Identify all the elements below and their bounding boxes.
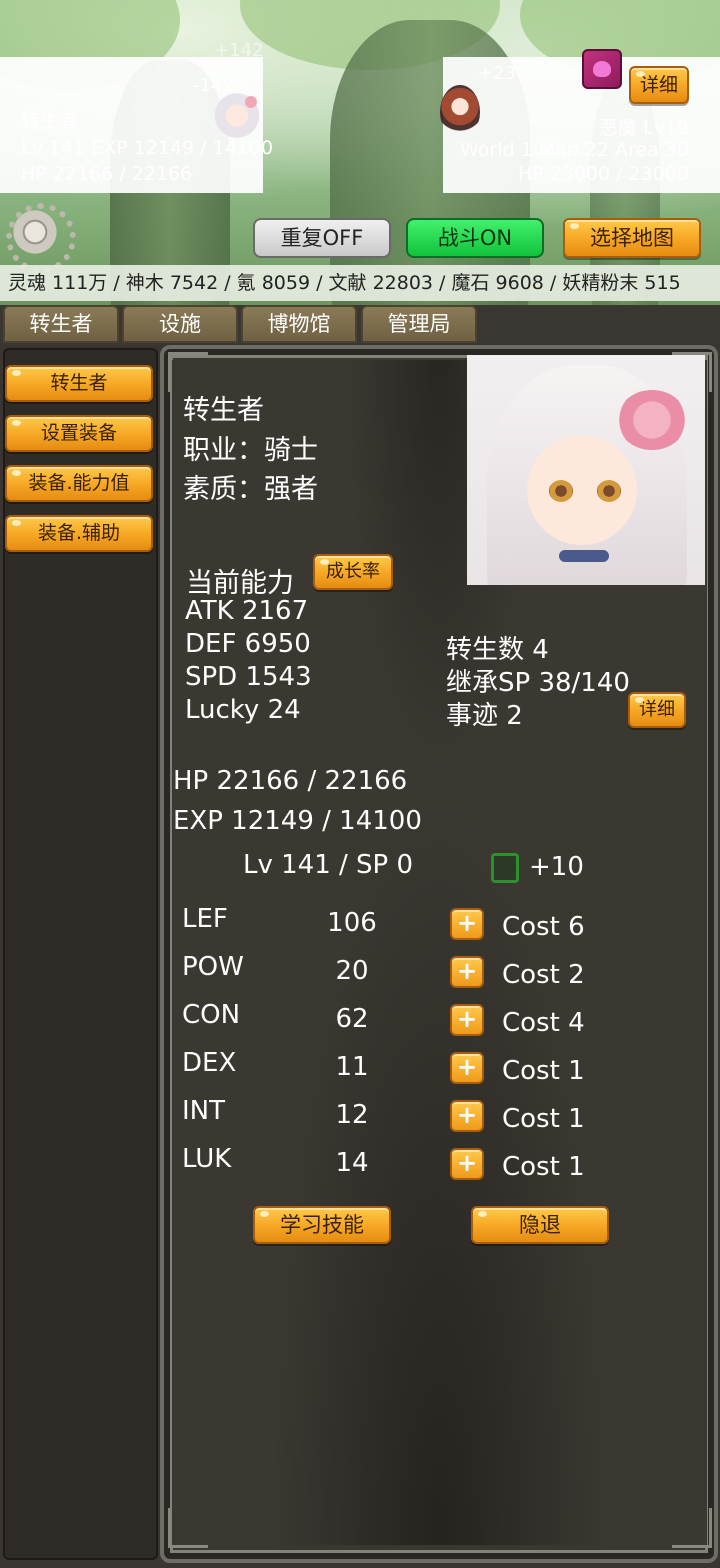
enemy-detail-button[interactable]: 详细 [629, 66, 689, 104]
plus-icon[interactable]: + [450, 1100, 484, 1132]
plus-icon[interactable]: + [450, 956, 484, 988]
stat-row-dex: DEX 11 + Cost 1 [182, 1048, 702, 1088]
stat-row-pow: POW 20 + Cost 2 [182, 952, 702, 992]
stat-def: DEF 6950 [185, 629, 311, 659]
ability-header: 当前能力 [186, 568, 294, 599]
stat-row-lef: LEF 106 + Cost 6 [182, 904, 702, 944]
enemy-heal-popup: +230 [478, 63, 528, 84]
stat-cost: Cost 4 [502, 1008, 585, 1038]
player-name: 转生者 [21, 110, 79, 132]
stat-name: CON [182, 1000, 241, 1030]
stat-value: 11 [335, 1052, 369, 1082]
sidebar-item-equip[interactable]: 设置装备 [5, 415, 153, 452]
player-avatar [213, 88, 261, 138]
resource-bar: 灵魂 111万 / 神木 7542 / 氪 8059 / 文献 22803 / … [0, 265, 720, 301]
deeds-detail-button[interactable]: 详细 [628, 692, 686, 728]
stat-value: 20 [335, 956, 369, 986]
player-hp: HP 22166 / 22166 [21, 163, 193, 185]
sidebar-item-reincarnator[interactable]: 转生者 [5, 365, 153, 402]
learn-skill-button[interactable]: 学习技能 [253, 1206, 391, 1244]
plus-icon[interactable]: + [450, 908, 484, 940]
portrait-eye [597, 480, 621, 502]
stat-name: DEX [182, 1048, 237, 1078]
retire-button[interactable]: 隐退 [471, 1206, 609, 1244]
character-portrait [467, 355, 705, 585]
stat-lucky: Lucky 24 [185, 695, 301, 725]
frame-corner [168, 1508, 208, 1548]
enemy-name: 恶魔 Lv19 [598, 117, 689, 139]
stat-row-luk: LUK 14 + Cost 1 [182, 1144, 702, 1184]
stat-value: 106 [327, 908, 377, 938]
tab-facilities[interactable]: 设施 [122, 305, 238, 343]
stat-cost: Cost 2 [502, 960, 585, 990]
stat-atk: ATK 2167 [185, 596, 309, 626]
stat-value: 12 [335, 1100, 369, 1130]
tab-museum[interactable]: 博物馆 [241, 305, 357, 343]
tab-bureau[interactable]: 管理局 [361, 305, 477, 343]
tab-reincarnator[interactable]: 转生者 [3, 305, 119, 343]
stat-value: 62 [335, 1004, 369, 1034]
enemy-hp: HP 23000 / 23000 [517, 163, 689, 185]
character-level-sp: Lv 141 / SP 0 [243, 850, 414, 880]
stat-cost: Cost 1 [502, 1152, 585, 1182]
repeat-toggle-button[interactable]: 重复OFF [253, 218, 391, 258]
portrait-choker [559, 550, 609, 562]
stat-name: LUK [182, 1144, 232, 1174]
enemy-location: World 1 Map 22 Area 30 [460, 139, 689, 161]
character-job: 职业：骑士 [183, 435, 318, 466]
sidebar-item-equip-stats[interactable]: 装备.能力值 [5, 465, 153, 502]
gear-icon[interactable] [6, 203, 76, 273]
plus-icon[interactable]: + [450, 1004, 484, 1036]
character-title: 转生者 [183, 395, 264, 426]
stat-row-con: CON 62 + Cost 4 [182, 1000, 702, 1040]
enemy-avatar [440, 85, 480, 139]
player-level-exp: Lv 141 EXP 12149 / 14100 [21, 137, 274, 159]
stat-cost: Cost 1 [502, 1056, 585, 1086]
plus-icon[interactable]: + [450, 1148, 484, 1180]
player-heal-popup: +142 [214, 40, 264, 61]
frame-corner [672, 1508, 712, 1548]
stat-name: POW [182, 952, 244, 982]
stat-spd: SPD 1543 [185, 662, 312, 692]
portrait-hair-flower [617, 390, 687, 450]
rebirth-count: 转生数 4 [446, 635, 549, 665]
select-map-button[interactable]: 选择地图 [563, 218, 701, 258]
sidebar-item-equip-support[interactable]: 装备.辅助 [5, 515, 153, 552]
plus-ten-checkbox[interactable] [491, 853, 519, 883]
stat-cost: Cost 1 [502, 1104, 585, 1134]
stat-value: 14 [335, 1148, 369, 1178]
battle-toggle-button[interactable]: 战斗ON [406, 218, 544, 258]
plus-ten-label: +10 [529, 852, 584, 882]
stat-cost: Cost 6 [502, 912, 585, 942]
stat-name: INT [182, 1096, 225, 1126]
deeds-count: 事迹 2 [446, 701, 523, 731]
portrait-eye [549, 480, 573, 502]
stat-row-int: INT 12 + Cost 1 [182, 1096, 702, 1136]
character-hp: HP 22166 / 22166 [173, 766, 408, 796]
character-exp: EXP 12149 / 14100 [173, 806, 422, 836]
main-tabs: 转生者 设施 博物馆 管理局 [0, 305, 720, 345]
stat-name: LEF [182, 904, 228, 934]
inherit-sp: 继承SP 38/140 [446, 668, 630, 698]
growth-rate-button[interactable]: 成长率 [313, 554, 393, 590]
plus-icon[interactable]: + [450, 1052, 484, 1084]
demon-icon [582, 49, 622, 89]
frame-corner [168, 352, 208, 392]
character-trait: 素质：强者 [183, 474, 318, 505]
